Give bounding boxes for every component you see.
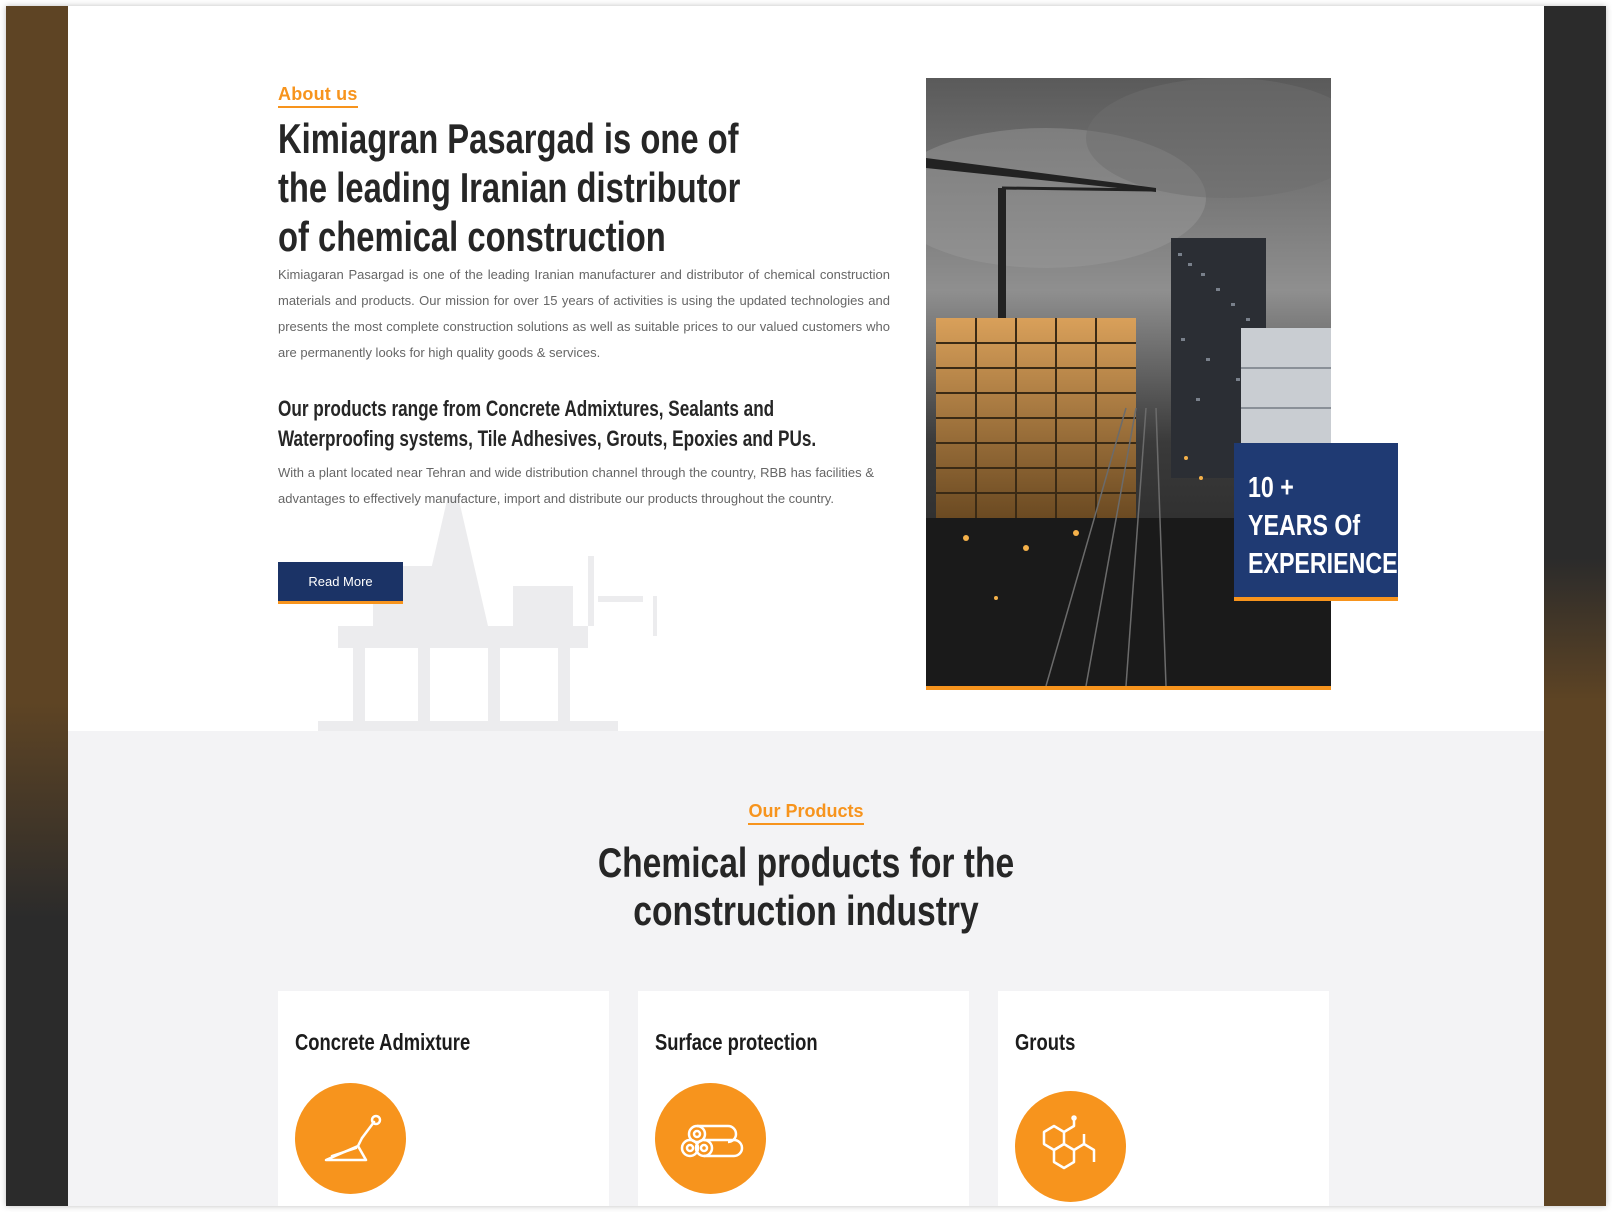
read-more-button[interactable]: Read More — [278, 562, 403, 604]
web-page: About us Kimiagran Pasargad is one of th… — [68, 6, 1544, 1206]
products-tag-wrap: Our Products — [68, 801, 1544, 825]
product-card-surface-protection[interactable]: Surface protection — [638, 991, 969, 1206]
products-heading: Chemical products for the construction i… — [597, 839, 1015, 934]
right-backdrop — [1544, 6, 1606, 1206]
about-heading: Kimiagran Pasargad is one of the leading… — [278, 115, 741, 260]
about-paragraph-2: With a plant located near Tehran and wid… — [278, 465, 874, 506]
left-backdrop — [6, 6, 68, 1206]
about-subheading: Our products range from Concrete Admixtu… — [278, 396, 817, 451]
about-tag: About us — [278, 84, 358, 108]
browser-frame: About us Kimiagran Pasargad is one of th… — [6, 6, 1606, 1206]
about-section: About us Kimiagran Pasargad is one of th… — [68, 6, 1544, 736]
about-paragraph: Kimiagaran Pasargad is one of the leadin… — [278, 267, 890, 360]
product-card-concrete-admixture[interactable]: Concrete Admixture — [278, 991, 609, 1206]
pipes-icon — [655, 1083, 766, 1194]
experience-badge: 10 + YEARS Of EXPERIENCE — [1234, 443, 1398, 601]
product-card-title: Concrete Admixture — [295, 1029, 471, 1055]
oil-rig-watermark — [318, 496, 657, 736]
products-tag: Our Products — [748, 801, 864, 825]
trowel-icon — [295, 1083, 406, 1194]
molecule-icon — [1015, 1091, 1126, 1202]
product-card-title: Surface protection — [655, 1029, 818, 1055]
products-section: Our Products Chemical products for the c… — [68, 731, 1544, 1206]
product-card-grouts[interactable]: Grouts — [998, 991, 1329, 1206]
product-card-title: Grouts — [1015, 1029, 1076, 1055]
